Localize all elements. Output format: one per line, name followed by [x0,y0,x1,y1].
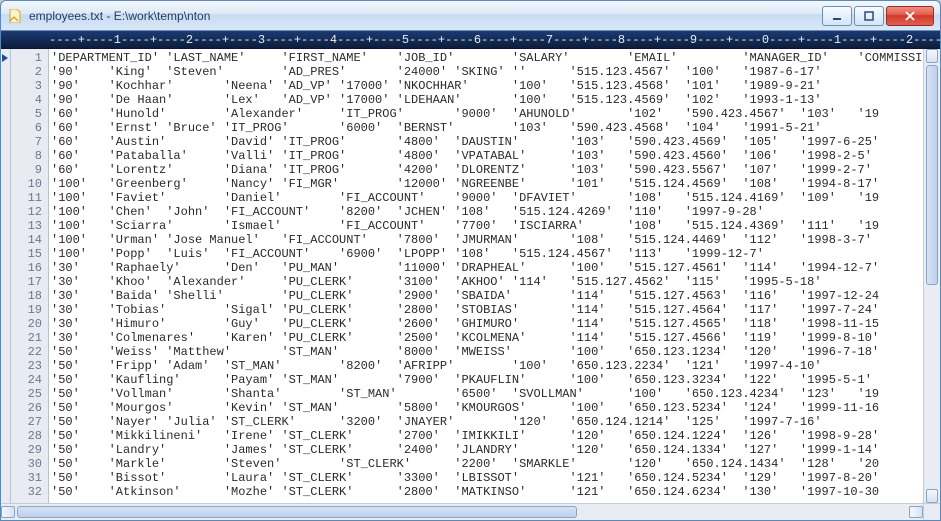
text-line[interactable]: 'DEPARTMENT_ID' 'LAST_NAME' 'FIRST_NAME'… [51,51,923,65]
titlebar[interactable]: employees.txt - E:\work\temp\nton [1,1,940,31]
text-line[interactable]: '30' 'Baida' 'Shelli' 'PU_CLERK' '2900' … [51,289,923,303]
line-number[interactable]: 11 [13,191,42,205]
text-line[interactable]: '60' 'Pataballa' 'Valli' 'IT_PROG' '4800… [51,149,923,163]
text-line[interactable]: '90' 'Kochhar' 'Neena' 'AD_VP' '17000' '… [51,79,923,93]
vertical-scrollbar[interactable] [923,49,940,503]
text-line[interactable]: '50' 'Mikkilineni' 'Irene' 'ST_CLERK' '2… [51,429,923,443]
scroll-corner [923,504,940,520]
marker-column [1,49,11,503]
line-number[interactable]: 21 [13,331,42,345]
line-number[interactable]: 14 [13,233,42,247]
line-number[interactable]: 4 [13,93,42,107]
line-number[interactable]: 10 [13,177,42,191]
line-number[interactable]: 23 [13,359,42,373]
text-line[interactable]: '100' 'Greenberg' 'Nancy' 'FI_MGR' '1200… [51,177,923,191]
text-line[interactable]: '30' 'Colmenares' 'Karen' 'PU_CLERK' '25… [51,331,923,345]
text-line[interactable]: '100' 'Chen' 'John' 'FI_ACCOUNT' '8200' … [51,205,923,219]
text-content[interactable]: 'DEPARTMENT_ID' 'LAST_NAME' 'FIRST_NAME'… [49,49,923,503]
text-line[interactable]: '100' 'Sciarra' 'Ismael' 'FI_ACCOUNT' '7… [51,219,923,233]
scroll-left-arrow-icon[interactable] [1,506,15,518]
scroll-down-arrow-icon[interactable] [926,489,938,503]
text-line[interactable]: '60' 'Hunold' 'Alexander' 'IT_PROG' '900… [51,107,923,121]
text-line[interactable]: '50' 'Fripp' 'Adam' 'ST_MAN' '8200' 'AFR… [51,359,923,373]
text-line[interactable]: '50' 'Nayer' 'Julia' 'ST_CLERK' '3200' '… [51,415,923,429]
line-number[interactable]: 25 [13,387,42,401]
line-number[interactable]: 15 [13,247,42,261]
scroll-up-arrow-icon[interactable] [926,49,938,63]
line-number[interactable]: 8 [13,149,42,163]
text-line[interactable]: '60' 'Lorentz' 'Diana' 'IT_PROG' '4200' … [51,163,923,177]
line-number[interactable]: 28 [13,429,42,443]
line-number[interactable]: 6 [13,121,42,135]
line-number-gutter[interactable]: 1234567891011121314151617181920212223242… [11,49,49,503]
text-line[interactable]: '100' 'Urman' 'Jose Manuel' 'FI_ACCOUNT'… [51,233,923,247]
window-title: employees.txt - E:\work\temp\nton [29,9,822,23]
file-icon [7,8,23,24]
text-line[interactable]: '30' 'Himuro' 'Guy' 'PU_CLERK' '2600' 'G… [51,317,923,331]
line-number[interactable]: 32 [13,485,42,499]
line-number[interactable]: 7 [13,135,42,149]
column-ruler: ----+----1----+----2----+----3----+----4… [1,31,940,49]
text-line[interactable]: '50' 'Landry' 'James' 'ST_CLERK' '2400' … [51,443,923,457]
current-line-marker-icon [2,54,8,62]
close-button[interactable] [886,6,934,26]
horizontal-scroll-thumb[interactable] [17,506,577,518]
line-number[interactable]: 1 [13,51,42,65]
app-window: employees.txt - E:\work\temp\nton ----+-… [0,0,941,521]
text-line[interactable]: '50' 'Markle' 'Steven' 'ST_CLERK' '2200'… [51,457,923,471]
line-number[interactable]: 2 [13,65,42,79]
minimize-button[interactable] [822,6,852,26]
text-line[interactable]: '50' 'Atkinson' 'Mozhe' 'ST_CLERK' '2800… [51,485,923,499]
maximize-button[interactable] [854,6,884,26]
text-line[interactable]: '90' 'King' 'Steven' 'AD_PRES' '24000' '… [51,65,923,79]
line-number[interactable]: 29 [13,443,42,457]
horizontal-scrollbar[interactable] [1,503,940,520]
text-line[interactable]: '50' 'Bissot' 'Laura' 'ST_CLERK' '3300' … [51,471,923,485]
text-line[interactable]: '60' 'Ernst' 'Bruce' 'IT_PROG' '6000' 'B… [51,121,923,135]
line-number[interactable]: 24 [13,373,42,387]
text-line[interactable]: '100' 'Popp' 'Luis' 'FI_ACCOUNT' '6900' … [51,247,923,261]
line-number[interactable]: 17 [13,275,42,289]
editor-area: 1234567891011121314151617181920212223242… [1,49,940,503]
line-number[interactable]: 30 [13,457,42,471]
text-line[interactable]: '90' 'De Haan' 'Lex' 'AD_VP' '17000' 'LD… [51,93,923,107]
text-line[interactable]: '50' 'Vollman' 'Shanta' 'ST_MAN' '6500' … [51,387,923,401]
line-number[interactable]: 3 [13,79,42,93]
line-number[interactable]: 20 [13,317,42,331]
line-number[interactable]: 13 [13,219,42,233]
line-number[interactable]: 19 [13,303,42,317]
line-number[interactable]: 31 [13,471,42,485]
text-line[interactable]: '50' 'Kaufling' 'Payam' 'ST_MAN' '7900' … [51,373,923,387]
line-number[interactable]: 12 [13,205,42,219]
line-number[interactable]: 5 [13,107,42,121]
vertical-scroll-thumb[interactable] [926,65,938,285]
text-line[interactable]: '50' 'Mourgos' 'Kevin' 'ST_MAN' '5800' '… [51,401,923,415]
line-number[interactable]: 27 [13,415,42,429]
text-line[interactable]: '30' 'Raphaely' 'Den' 'PU_MAN' '11000' '… [51,261,923,275]
line-number[interactable]: 16 [13,261,42,275]
scroll-right-arrow-icon[interactable] [909,506,923,518]
text-line[interactable]: '50' 'Weiss' 'Matthew' 'ST_MAN' '8000' '… [51,345,923,359]
line-number[interactable]: 22 [13,345,42,359]
text-line[interactable]: '60' 'Austin' 'David' 'IT_PROG' '4800' '… [51,135,923,149]
text-line[interactable]: '30' 'Tobias' 'Sigal' 'PU_CLERK' '2800' … [51,303,923,317]
line-number[interactable]: 9 [13,163,42,177]
text-line[interactable]: '30' 'Khoo' 'Alexander' 'PU_CLERK' '3100… [51,275,923,289]
line-number[interactable]: 18 [13,289,42,303]
line-number[interactable]: 26 [13,401,42,415]
window-buttons [822,6,934,26]
text-line[interactable]: '100' 'Faviet' 'Daniel' 'FI_ACCOUNT' '90… [51,191,923,205]
